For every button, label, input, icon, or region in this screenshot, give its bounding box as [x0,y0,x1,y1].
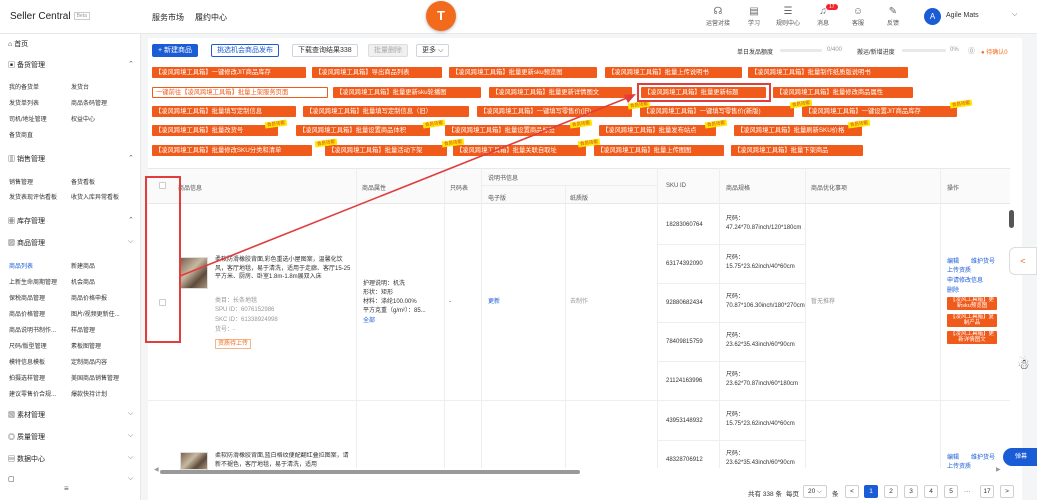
page-5-button[interactable]: 5 [944,485,958,498]
mascot-icon[interactable]: ☃ [1010,356,1037,392]
float-expand-button[interactable]: < [1009,247,1037,275]
page-ellipsis: ··· [964,488,971,495]
horizontal-scrollbar[interactable] [160,470,580,474]
page-size-unit: 条 [832,491,839,498]
danmaku-toggle[interactable]: 弹幕 [1003,448,1037,466]
page-2-button[interactable]: 2 [884,485,898,498]
next-page-button[interactable]: > [1000,485,1014,498]
page-size-select[interactable]: 20 ⌵ [803,485,827,498]
page-size-label: 每页 [786,491,799,498]
prev-page-button[interactable]: < [845,485,859,498]
scroll-right-icon[interactable]: ▶ [996,466,1001,475]
page-3-button[interactable]: 3 [904,485,918,498]
vertical-scrollbar[interactable] [1009,210,1014,228]
pagination-total: 共有 338 条 [748,491,782,498]
page-size-value: 20 [808,488,816,495]
scroll-left-icon[interactable]: ◀ [154,466,159,475]
page-17-button[interactable]: 17 [980,485,994,498]
page-4-button[interactable]: 4 [924,485,938,498]
page-1-button[interactable]: 1 [864,485,878,498]
annotation-arrow [179,94,636,277]
